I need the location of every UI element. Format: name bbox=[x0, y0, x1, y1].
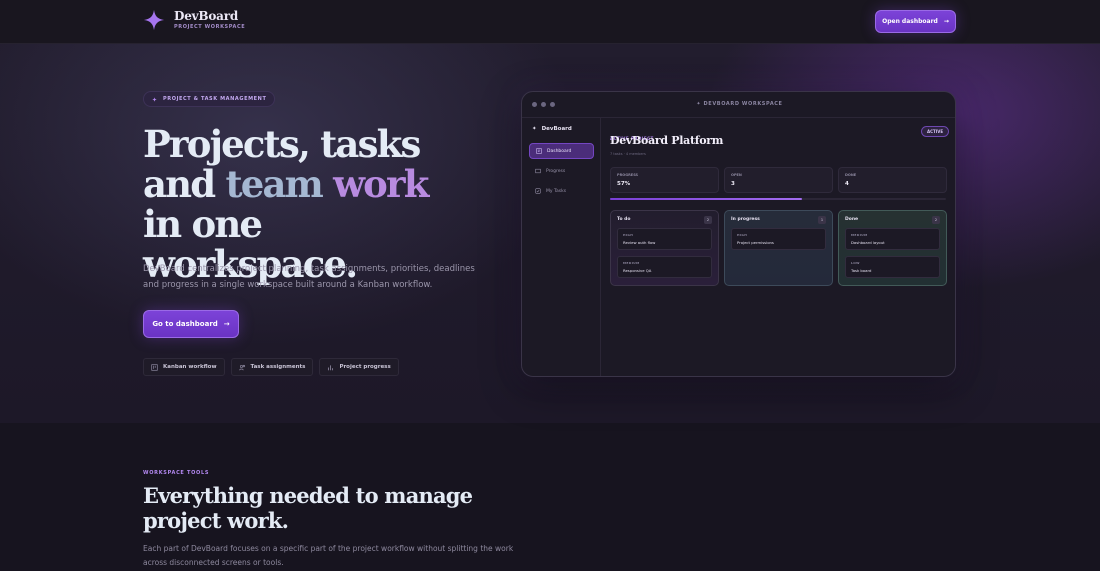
kanban-column-done: Done 2 MEDIUM Dashboard layout LOW Task bo… bbox=[838, 210, 947, 286]
task-title: Dashboard layout bbox=[851, 240, 885, 245]
hero-title-work: work bbox=[333, 162, 429, 206]
nav-label: Progress bbox=[546, 168, 566, 174]
dashboard-preview-window: ✦ DEVBOARD WORKSPACE ✦ DevBoard Dashboard… bbox=[521, 91, 956, 377]
progress-bar-fill bbox=[610, 198, 802, 200]
stat-label: DONE bbox=[845, 173, 857, 177]
stat-open: OPEN 3 bbox=[724, 167, 833, 193]
stat-value: 57% bbox=[617, 181, 631, 187]
preview-nav-progress[interactable]: Progress bbox=[529, 163, 594, 179]
task-priority: MEDIUM bbox=[623, 261, 640, 265]
chip-label: Kanban workflow bbox=[163, 364, 217, 370]
hero-section: PROJECT & TASK MANAGEMENT Projects, task… bbox=[0, 44, 1100, 423]
preview-brand: ✦ DevBoard bbox=[532, 126, 572, 132]
brand-tagline: PROJECT WORKSPACE bbox=[174, 24, 246, 30]
chip-label: Project progress bbox=[339, 364, 391, 370]
nav-label: My Tasks bbox=[546, 188, 567, 194]
preview-brand-name: DevBoard bbox=[541, 126, 572, 132]
chip-project-progress: Project progress bbox=[319, 358, 399, 376]
column-title: To do bbox=[617, 217, 631, 222]
task-priority: MEDIUM bbox=[851, 233, 868, 237]
project-meta: 7 tasks · 4 members bbox=[610, 152, 646, 156]
hero-title-team: team bbox=[225, 162, 334, 206]
sparkle-icon: ✦ bbox=[532, 126, 537, 132]
stat-label: OPEN bbox=[731, 173, 742, 177]
bar-chart-icon bbox=[328, 364, 334, 370]
window-title-text: DEVBOARD WORKSPACE bbox=[703, 101, 783, 107]
task-card[interactable]: HIGH Review auth flow bbox=[617, 228, 712, 250]
column-count: 2 bbox=[932, 216, 940, 224]
task-title: Review auth flow bbox=[623, 240, 656, 245]
stat-label: PROGRESS bbox=[617, 173, 639, 177]
open-dashboard-button[interactable]: Open dashboard → bbox=[875, 10, 956, 33]
nav-label: Dashboard bbox=[547, 148, 572, 154]
task-priority: HIGH bbox=[737, 233, 748, 237]
hero-title-line-2: and team work bbox=[143, 164, 483, 204]
hero-description: DevBoard centralizes project planning, t… bbox=[143, 264, 475, 290]
project-name: DevBoard Platform bbox=[610, 134, 724, 147]
stat-done: DONE 4 bbox=[838, 167, 947, 193]
task-card[interactable]: MEDIUM Responsive QA bbox=[617, 256, 712, 278]
sparkle-logo-icon bbox=[143, 9, 165, 31]
tasks-icon bbox=[535, 188, 541, 194]
stat-progress: PROGRESS 57% bbox=[610, 167, 719, 193]
task-title: Task board bbox=[851, 268, 872, 273]
kanban-board: To do 2 HIGH Review auth flow MEDIUM Respo… bbox=[610, 210, 947, 286]
sparkle-icon bbox=[152, 96, 157, 102]
preview-sidebar: ✦ DevBoard Dashboard Progress My Tasks bbox=[522, 118, 601, 376]
stat-value: 4 bbox=[845, 181, 849, 187]
stat-value: 3 bbox=[731, 181, 735, 187]
project-stats: PROGRESS 57% OPEN 3 DONE 4 bbox=[610, 167, 947, 193]
task-priority: HIGH bbox=[623, 233, 634, 237]
column-count: 2 bbox=[704, 216, 712, 224]
task-title: Responsive QA bbox=[623, 268, 652, 273]
task-card[interactable]: HIGH Project permissions bbox=[731, 228, 826, 250]
window-titlebar: ✦ DEVBOARD WORKSPACE bbox=[522, 92, 955, 118]
brand-name: DevBoard bbox=[174, 9, 239, 23]
go-to-dashboard-label: Go to dashboard bbox=[152, 320, 218, 328]
hero-title-line-1: Projects, tasks bbox=[143, 122, 421, 166]
hero-title: Projects, tasks and team work in one wor… bbox=[143, 124, 483, 284]
kanban-column-in-progress: In progress 1 HIGH Project permissions bbox=[724, 210, 833, 286]
tools-section-title: Everything needed to manage project work… bbox=[143, 483, 473, 533]
brand[interactable]: DevBoard PROJECT WORKSPACE bbox=[143, 9, 245, 31]
kanban-icon bbox=[151, 363, 158, 371]
status-badge: ACTIVE bbox=[921, 126, 950, 137]
dashboard-icon bbox=[536, 148, 542, 154]
tools-section-label: WORKSPACE TOOLS bbox=[143, 470, 210, 476]
category-pill-label: PROJECT & TASK MANAGEMENT bbox=[163, 96, 267, 102]
window-title: ✦ DEVBOARD WORKSPACE bbox=[696, 101, 783, 107]
column-title: In progress bbox=[731, 217, 760, 222]
task-card[interactable]: LOW Task board bbox=[845, 256, 940, 278]
preview-nav-dashboard[interactable]: Dashboard bbox=[529, 143, 594, 159]
chip-label: Task assignments bbox=[250, 364, 306, 370]
go-to-dashboard-button[interactable]: Go to dashboard → bbox=[143, 310, 239, 338]
column-title: Done bbox=[845, 217, 859, 222]
task-priority: LOW bbox=[851, 261, 860, 265]
progress-icon bbox=[535, 168, 541, 174]
column-count: 1 bbox=[818, 216, 826, 224]
project-progress-bar bbox=[610, 198, 946, 200]
open-dashboard-label: Open dashboard bbox=[882, 18, 938, 25]
category-pill: PROJECT & TASK MANAGEMENT bbox=[143, 91, 276, 107]
task-title: Project permissions bbox=[737, 240, 774, 245]
feature-chips: Kanban workflow Task assignments Project… bbox=[143, 358, 399, 376]
kanban-column-todo: To do 2 HIGH Review auth flow MEDIUM Respo… bbox=[610, 210, 719, 286]
top-header: DevBoard PROJECT WORKSPACE Open dashboar… bbox=[0, 0, 1100, 44]
users-icon bbox=[238, 364, 245, 370]
chip-kanban-workflow: Kanban workflow bbox=[143, 358, 225, 376]
hero-title-and: and bbox=[143, 162, 226, 206]
arrow-right-icon: → bbox=[943, 18, 949, 25]
arrow-right-icon: → bbox=[223, 320, 230, 328]
chip-task-assignments: Task assignments bbox=[230, 358, 314, 376]
preview-nav-my-tasks[interactable]: My Tasks bbox=[529, 183, 594, 199]
task-card[interactable]: MEDIUM Dashboard layout bbox=[845, 228, 940, 250]
tools-section-description: Each part of DevBoard focuses on a speci… bbox=[143, 544, 514, 567]
